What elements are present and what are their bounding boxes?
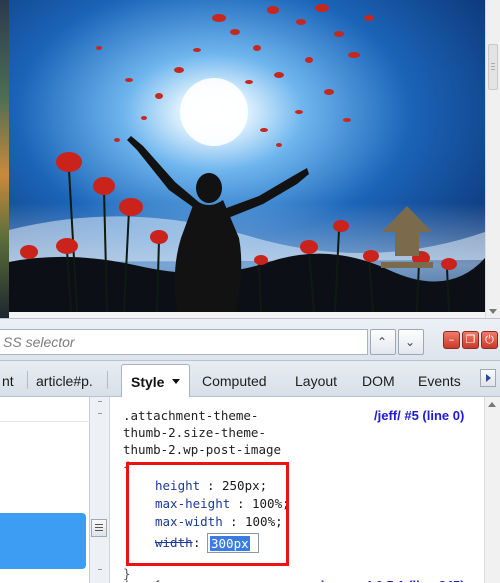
minimize-icon[interactable]: – — [443, 331, 460, 349]
pane-gutter — [90, 397, 110, 583]
devtools-tabbar: nt article#p. Computed Layout DOM Events — [0, 361, 500, 397]
breadcrumb-separator — [27, 371, 28, 389]
html-tree-pane — [0, 397, 90, 583]
tab-layout[interactable]: Layout — [295, 373, 337, 389]
restore-icon[interactable]: ❐ — [462, 331, 479, 349]
next-match-button[interactable]: ⌄ — [398, 329, 424, 355]
gutter-tick — [98, 569, 102, 570]
tab-computed[interactable]: Computed — [202, 373, 267, 389]
highlight-box — [126, 462, 289, 566]
post-image[interactable] — [9, 0, 485, 312]
pane-splitter-handle[interactable] — [91, 519, 107, 537]
tab-style-label: Style — [131, 374, 165, 390]
adjacent-image-edge — [0, 0, 9, 318]
chevron-down-icon: ⌄ — [405, 335, 416, 349]
breadcrumb-item[interactable]: nt — [2, 373, 14, 389]
previous-match-button[interactable]: ⌃ — [370, 329, 396, 355]
web-page-viewport — [0, 0, 500, 318]
tree-selected-row[interactable] — [0, 513, 86, 569]
page-scrollbar[interactable] — [485, 0, 500, 318]
rules-scrollbar[interactable] — [484, 397, 500, 583]
tab-scroll-right-button[interactable] — [480, 369, 496, 387]
breadcrumb-separator — [107, 371, 108, 389]
tab-events[interactable]: Events — [418, 373, 461, 389]
breadcrumb-item-current[interactable]: article#p. — [36, 373, 93, 389]
tab-style[interactable]: Style — [121, 364, 190, 398]
rule-selector-line[interactable]: thumb-2.size-theme- — [123, 425, 266, 440]
tree-row-divider — [0, 421, 90, 422]
silhouette-in-poppy-field-photo — [9, 0, 485, 312]
gutter-tick — [98, 413, 102, 414]
page-scrollbar-thumb[interactable] — [488, 44, 498, 90]
rule-source-link[interactable]: /jeff/ #5 (line 0) — [374, 408, 464, 423]
css-selector-search-input[interactable]: SS selector — [0, 329, 368, 355]
chevron-down-icon[interactable] — [172, 379, 180, 384]
next-rule-source-link[interactable]: main.cs... 4.0.5.1 (line 245) — [302, 578, 465, 582]
tab-dom[interactable]: DOM — [362, 373, 395, 389]
devtools-toolbar: SS selector ⌃ ⌄ – ❐ ⏻ — [0, 319, 500, 361]
next-rule-selector[interactable]: img { — [123, 578, 161, 582]
rule-selector-line[interactable]: thumb-2.wp-post-image — [123, 442, 281, 457]
chevron-up-icon: ⌃ — [377, 335, 388, 349]
scroll-down-arrow-icon[interactable] — [489, 309, 497, 314]
window-controls: – ❐ ⏻ — [443, 331, 498, 351]
rule-selector-line[interactable]: .attachment-theme- — [123, 408, 258, 423]
power-icon[interactable]: ⏻ — [481, 331, 498, 349]
gutter-tick — [98, 401, 102, 402]
